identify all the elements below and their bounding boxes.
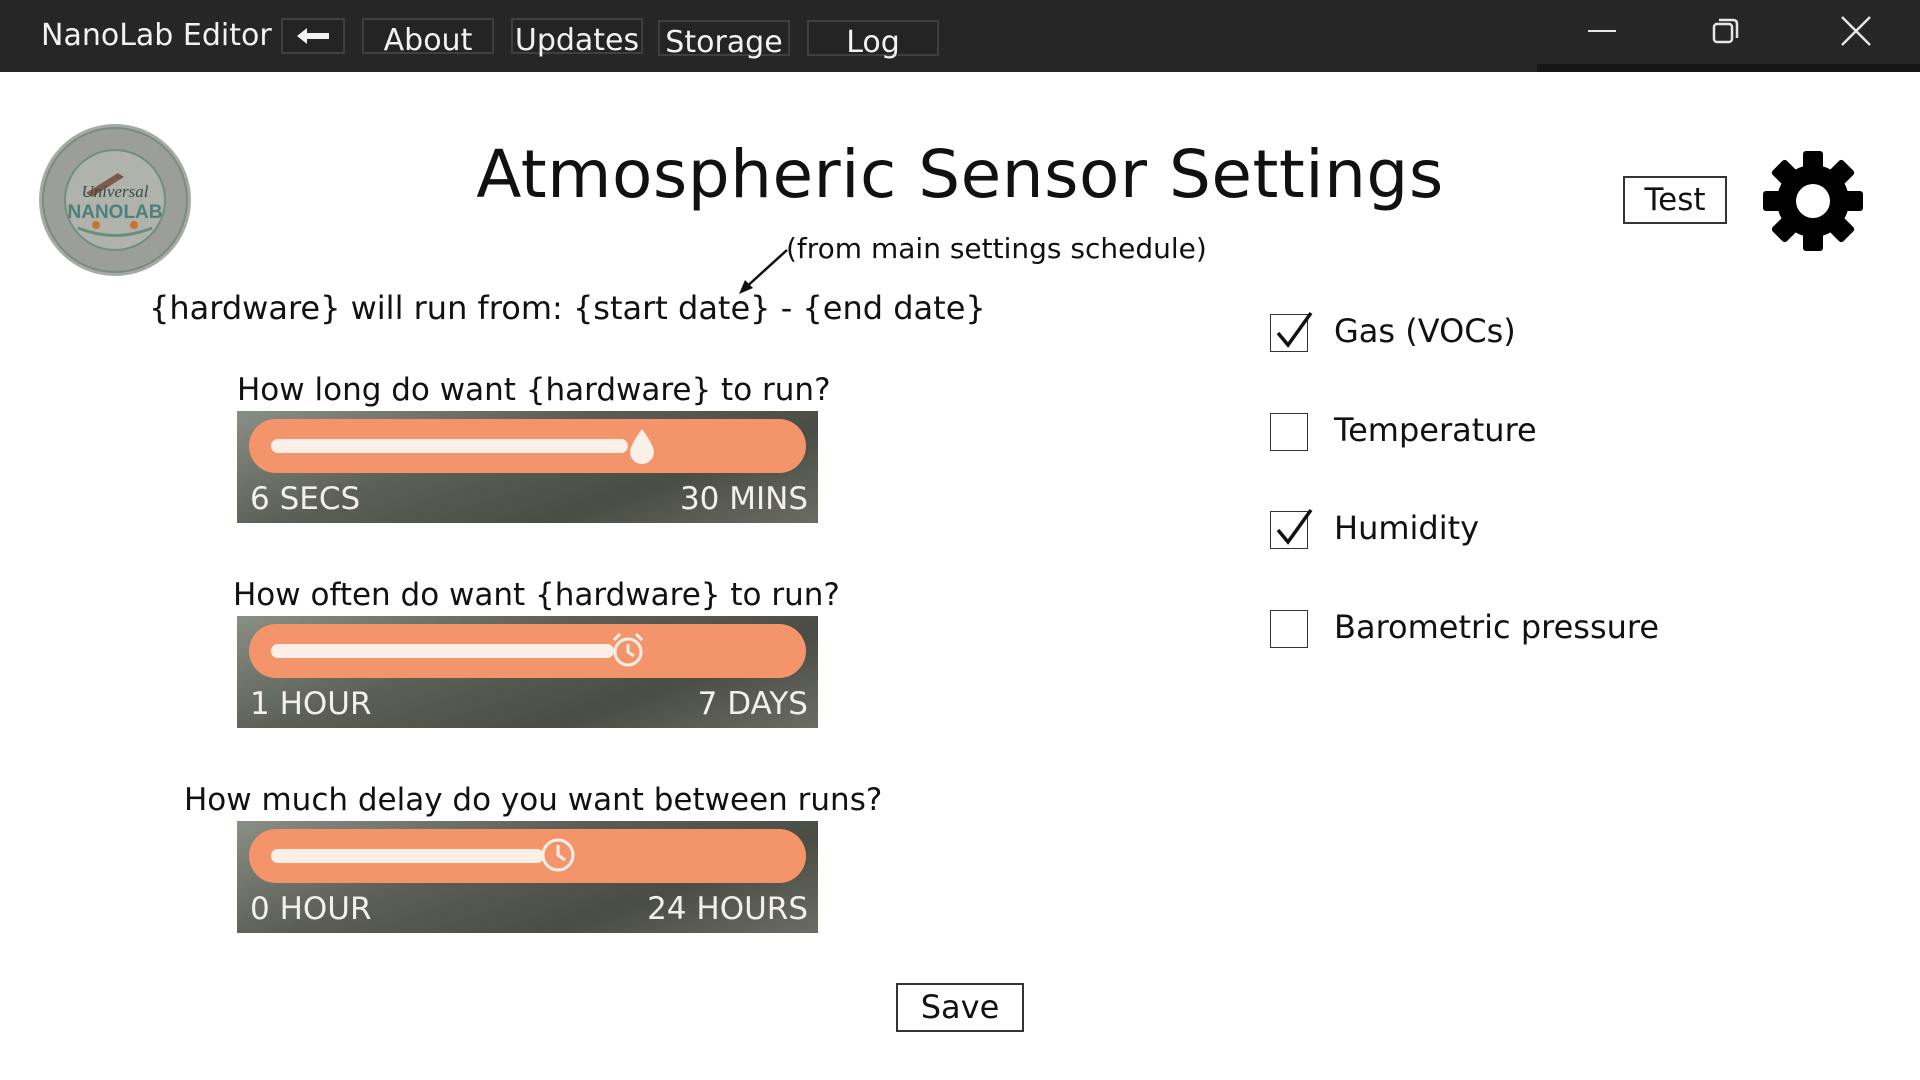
- menu-storage[interactable]: Storage: [658, 20, 790, 60]
- slider-handle[interactable]: [610, 630, 646, 670]
- restore-button[interactable]: [1705, 14, 1745, 48]
- slider-min-label: 1 HOUR: [250, 686, 372, 722]
- checkbox[interactable]: [1270, 311, 1313, 352]
- slider-fill: [271, 439, 628, 453]
- menu-log-label: Log: [846, 25, 900, 60]
- menu-about[interactable]: About: [362, 18, 494, 58]
- close-button[interactable]: [1836, 14, 1876, 48]
- delay-question: How much delay do you want between runs?: [184, 782, 883, 818]
- gear-icon: [1763, 151, 1863, 251]
- slider-max-label: 30 MINS: [679, 481, 808, 517]
- droplet-icon: [630, 429, 654, 464]
- slider-handle[interactable]: [624, 425, 660, 465]
- title-bar: NanoLab Editor About Updates Storage Log: [0, 0, 1920, 72]
- duration-slider[interactable]: 6 SECS 30 MINS: [237, 411, 818, 523]
- schedule-note: (from main settings schedule): [786, 232, 1207, 265]
- checkbox[interactable]: [1270, 610, 1308, 648]
- frequency-slider[interactable]: 1 HOUR 7 DAYS: [237, 616, 818, 728]
- minimize-button[interactable]: [1582, 14, 1622, 48]
- sensor-label: Humidity: [1334, 509, 1480, 547]
- test-button[interactable]: Test: [1623, 176, 1727, 224]
- menu-log[interactable]: Log: [807, 20, 939, 60]
- settings-button[interactable]: [1762, 150, 1864, 252]
- slider-max-label: 24 HOURS: [647, 891, 808, 927]
- menu-updates[interactable]: Updates: [511, 18, 643, 58]
- menu-storage-label: Storage: [665, 25, 783, 60]
- checkbox[interactable]: [1270, 508, 1313, 549]
- page-title-text: Atmospheric Sensor Settings: [476, 136, 1444, 213]
- menu-about-label: About: [383, 23, 473, 58]
- checkmark-icon: [1276, 508, 1313, 545]
- slider-max-label: 7 DAYS: [697, 686, 808, 722]
- alarm-clock-icon: [612, 632, 644, 667]
- close-icon: [1841, 16, 1871, 46]
- slider-fill: [271, 849, 544, 863]
- sensor-label: Temperature: [1334, 411, 1537, 449]
- menu-updates-label: Updates: [514, 23, 640, 58]
- slider-min-label: 6 SECS: [250, 481, 361, 517]
- restore-icon: [1712, 18, 1739, 44]
- sensor-label: Gas (VOCs): [1334, 312, 1516, 350]
- arrow-left-icon: [297, 28, 329, 44]
- clock-icon: [541, 838, 575, 872]
- duration-question: How long do want {hardware} to run?: [237, 372, 831, 408]
- schedule-line: {hardware} will run from: {start date} -…: [149, 289, 986, 327]
- checkmark-icon: [1276, 311, 1313, 348]
- slider-min-label: 0 HOUR: [250, 891, 372, 927]
- minimize-icon: [1588, 30, 1616, 32]
- frequency-question: How often do want {hardware} to run?: [233, 577, 840, 613]
- slider-handle[interactable]: [540, 835, 576, 875]
- title-bar-shade: [1537, 64, 1920, 72]
- sensor-label: Barometric pressure: [1334, 608, 1660, 646]
- save-button[interactable]: Save: [896, 983, 1024, 1032]
- checkbox[interactable]: [1270, 413, 1308, 451]
- app-title: NanoLab Editor: [41, 18, 272, 53]
- slider-fill: [271, 644, 614, 658]
- delay-slider[interactable]: 0 HOUR 24 HOURS: [237, 821, 818, 933]
- back-button[interactable]: [281, 18, 345, 54]
